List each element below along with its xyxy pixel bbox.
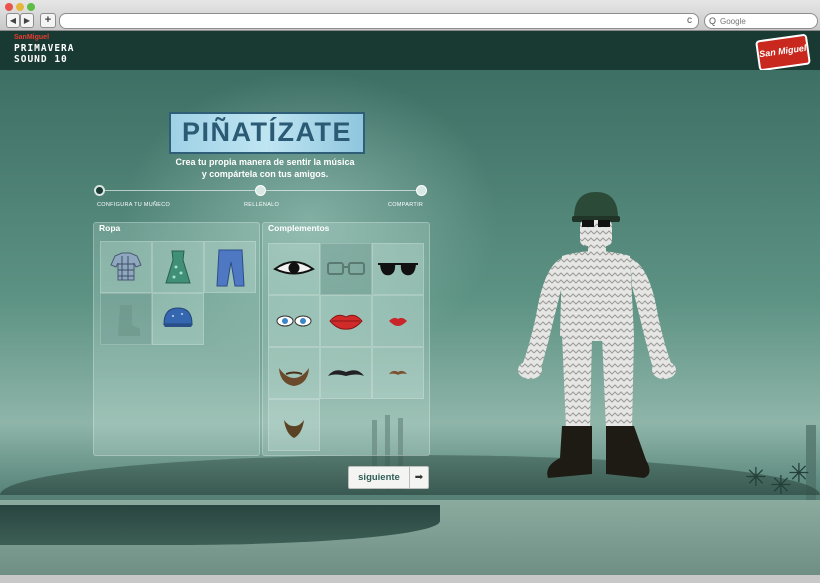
- step-3-dot[interactable]: [416, 185, 427, 196]
- complementos-panel: Complementos: [262, 222, 430, 456]
- subtitle-line-1: Crea tu propia manera de sentir la músic…: [175, 157, 355, 167]
- search-input[interactable]: [720, 15, 812, 27]
- goatee-item[interactable]: [268, 399, 320, 451]
- festival-line-1: PRIMAVERA: [14, 43, 75, 54]
- back-button[interactable]: ◀: [6, 13, 20, 28]
- search-box[interactable]: Q: [704, 13, 818, 29]
- small-mustache-item[interactable]: [372, 347, 424, 399]
- sunglasses-item[interactable]: [372, 243, 424, 295]
- next-button[interactable]: siguiente ➡: [348, 466, 429, 489]
- cap-item[interactable]: [152, 293, 204, 345]
- site-header: [0, 31, 820, 70]
- festival-logo[interactable]: PRIMAVERA SOUND 10: [14, 43, 74, 65]
- close-window-icon[interactable]: [5, 3, 13, 11]
- glasses-item[interactable]: [320, 243, 372, 295]
- red-lips-item[interactable]: [320, 295, 372, 347]
- browser-toolbar: ◀ ▶ + c Q: [0, 0, 820, 31]
- minimize-window-icon[interactable]: [16, 3, 24, 11]
- palm-tree-3: ✳: [788, 458, 810, 488]
- blue-eyes-item[interactable]: [268, 295, 320, 347]
- sponsor-wordmark: SanMiguel: [14, 34, 49, 41]
- step-1-label: CONFIGURA TU MUÑECO: [97, 202, 171, 208]
- step-3-label: COMPARTIR: [388, 202, 424, 208]
- complementos-title: Complementos: [268, 223, 330, 233]
- reload-icon[interactable]: c: [687, 14, 692, 28]
- address-bar[interactable]: c: [59, 13, 699, 29]
- ropa-title: Ropa: [99, 223, 121, 233]
- step-2-label: RELLÉNALO: [244, 202, 280, 208]
- search-icon: Q: [709, 16, 717, 26]
- subtitle-line-2: y compártela con tus amigos.: [201, 169, 329, 179]
- boot-item[interactable]: [100, 293, 152, 345]
- sponsor-wordmark-b: Miguel: [26, 34, 50, 41]
- mustache-item[interactable]: [320, 347, 372, 399]
- step-1-dot[interactable]: [94, 185, 105, 196]
- browser-status-bar: [0, 575, 820, 583]
- zoom-window-icon[interactable]: [27, 3, 35, 11]
- festival-line-2: SOUND 10: [14, 54, 68, 65]
- page-title: PIÑATÍZATE: [169, 112, 365, 154]
- step-2-dot[interactable]: [255, 185, 266, 196]
- shirt-item[interactable]: [100, 241, 152, 293]
- jeans-item[interactable]: [204, 241, 256, 293]
- page-subtitle: Crea tu propia manera de sentir la músic…: [160, 156, 370, 180]
- beard-item[interactable]: [268, 347, 320, 399]
- arrow-right-icon: ➡: [409, 467, 428, 488]
- new-tab-button[interactable]: +: [40, 13, 56, 28]
- sponsor-wordmark-a: San: [14, 34, 27, 41]
- dress-item[interactable]: [152, 241, 204, 293]
- eye-item[interactable]: [268, 243, 320, 295]
- small-lips-item[interactable]: [372, 295, 424, 347]
- forward-button[interactable]: ▶: [20, 13, 34, 28]
- ropa-panel: Ropa: [93, 222, 260, 456]
- palm-tree-1: ✳: [745, 462, 767, 492]
- next-button-label: siguiente: [358, 472, 400, 483]
- pinata-figure[interactable]: [510, 186, 690, 486]
